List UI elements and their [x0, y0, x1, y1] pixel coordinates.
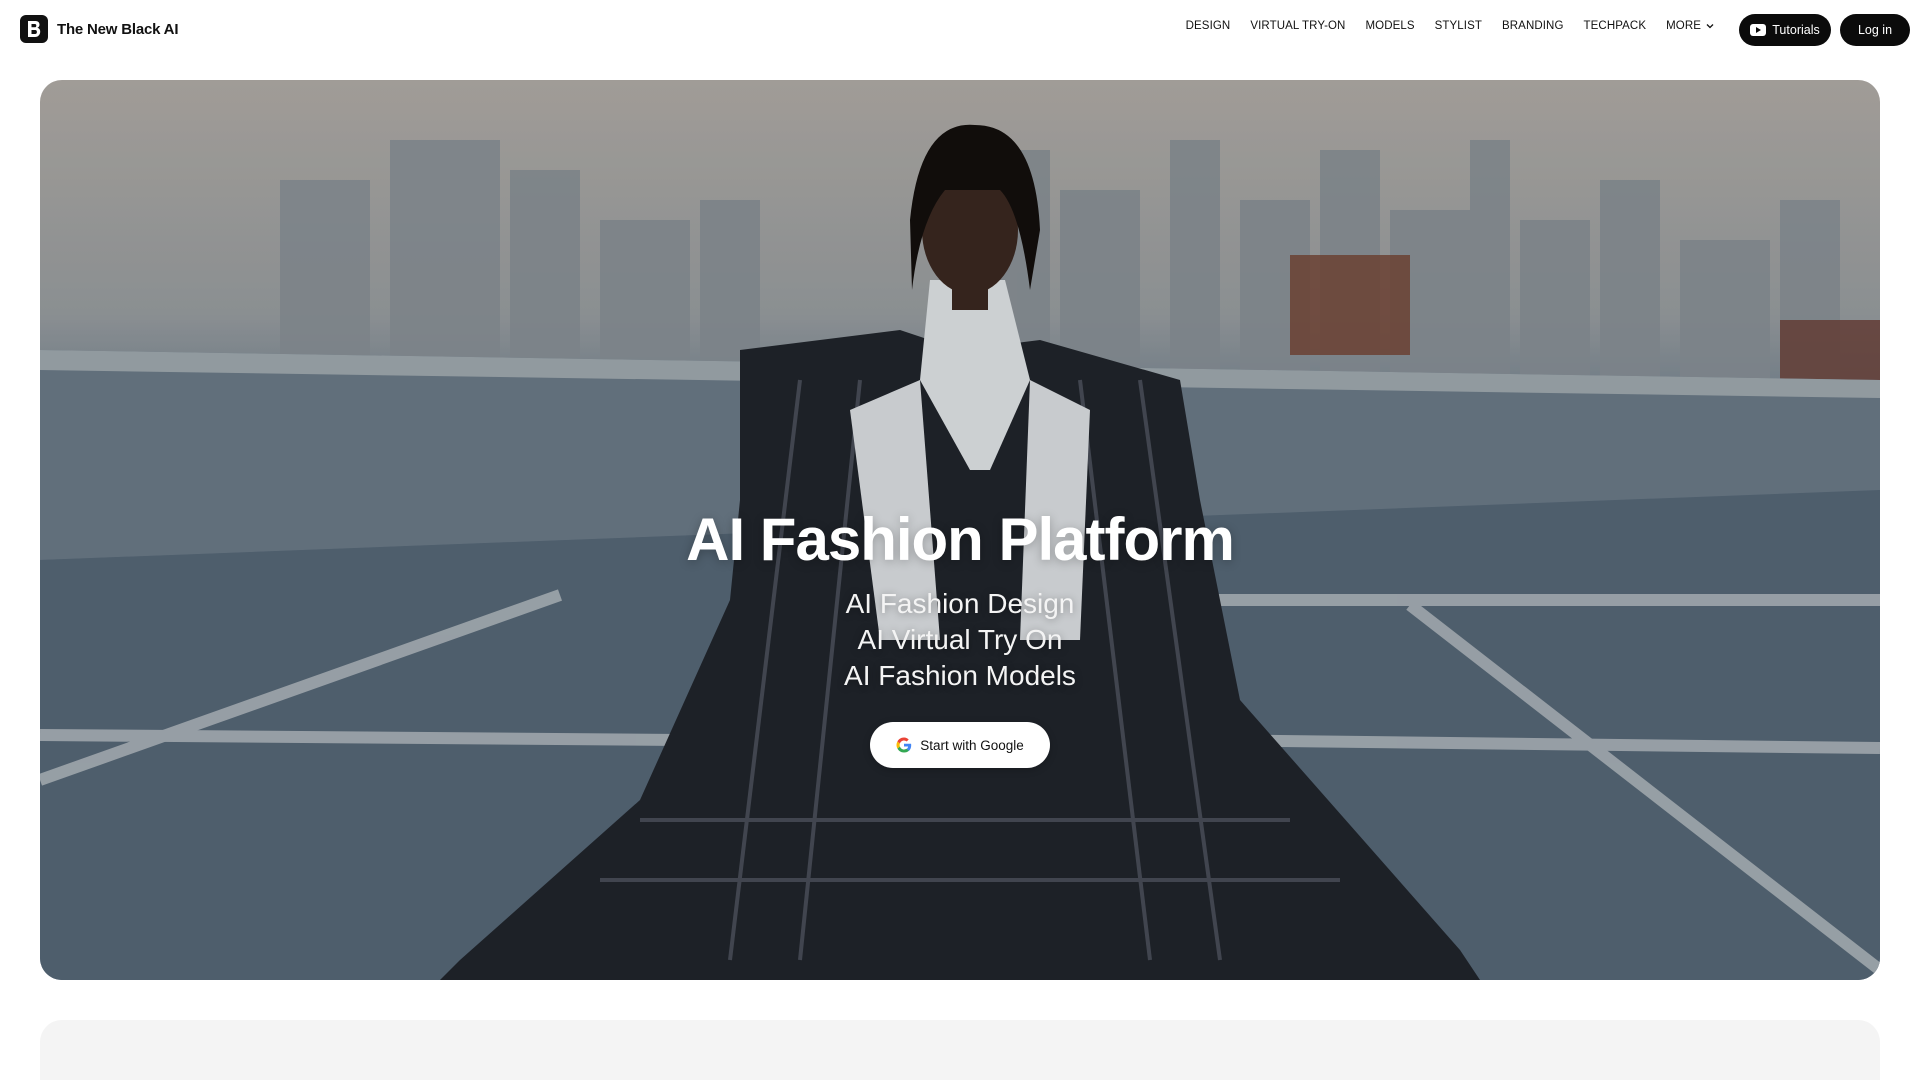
google-icon: [896, 737, 912, 753]
youtube-icon: [1750, 24, 1767, 36]
hero-subtitles: AI Fashion Design AI Virtual Try On AI F…: [40, 586, 1880, 694]
b-logo-icon: [20, 15, 48, 43]
next-section: [40, 1020, 1880, 1080]
nav-models[interactable]: MODELS: [1365, 20, 1414, 32]
nav-design[interactable]: DESIGN: [1186, 20, 1231, 32]
tutorials-button[interactable]: Tutorials: [1739, 14, 1831, 46]
nav-more[interactable]: MORE: [1666, 20, 1715, 32]
hero-subtitle-design: AI Fashion Design: [845, 588, 1075, 619]
nav-more-label: MORE: [1666, 20, 1701, 32]
hero-subtitle-try-on: AI Virtual Try On: [857, 624, 1063, 655]
chevron-down-icon: [1706, 24, 1714, 29]
login-button[interactable]: Log in: [1840, 14, 1910, 46]
brand-link[interactable]: The New Black AI: [20, 15, 178, 43]
nav-branding[interactable]: BRANDING: [1502, 20, 1564, 32]
nav-techpack[interactable]: TECHPACK: [1584, 20, 1647, 32]
main-nav: DESIGN VIRTUAL TRY-ON MODELS STYLIST BRA…: [1186, 20, 1715, 32]
start-with-google-label: Start with Google: [920, 737, 1024, 753]
start-with-google-button[interactable]: Start with Google: [870, 722, 1050, 768]
nav-virtual-try-on[interactable]: VIRTUAL TRY-ON: [1250, 20, 1345, 32]
tutorials-label: Tutorials: [1772, 23, 1820, 37]
brand-name: The New Black AI: [57, 20, 179, 38]
hero-section: AI Fashion Platform AI Fashion Design AI…: [40, 80, 1880, 980]
nav-stylist[interactable]: STYLIST: [1435, 20, 1482, 32]
site-header: The New Black AI DESIGN VIRTUAL TRY-ON M…: [0, 0, 1920, 60]
hero-subtitle-models: AI Fashion Models: [844, 660, 1076, 691]
hero-title: AI Fashion Platform: [686, 506, 1235, 573]
